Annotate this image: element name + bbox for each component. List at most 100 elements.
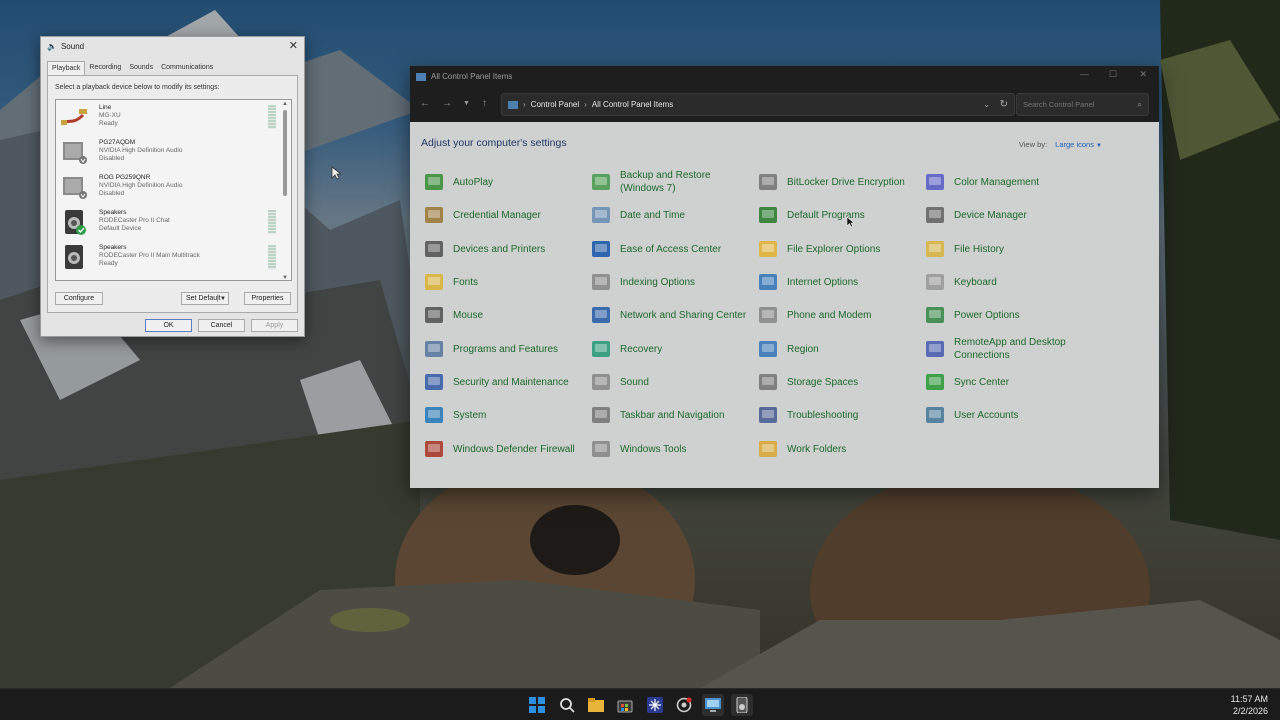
view-by-value[interactable]: Large icons [1055, 140, 1094, 149]
tab-communications[interactable]: Communications [157, 61, 217, 75]
control-panel-item[interactable]: Security and Maintenance [421, 367, 581, 397]
sound-settings-icon[interactable] [731, 694, 753, 716]
file-explorer-icon[interactable] [585, 694, 607, 716]
scroll-down-icon[interactable]: ▼ [282, 275, 288, 280]
control-panel-item[interactable]: System [421, 400, 581, 430]
control-panel-item[interactable]: Backup and Restore (Windows 7) [588, 167, 748, 197]
firewall-icon [423, 438, 445, 460]
control-panel-item[interactable]: Internet Options [755, 267, 915, 297]
ok-button[interactable]: OK [145, 319, 192, 332]
control-panel-item[interactable]: User Accounts [922, 400, 1082, 430]
forward-arrow-icon[interactable]: → [442, 98, 452, 109]
up-arrow-icon[interactable]: ↑ [482, 98, 487, 109]
breadcrumb-all-items[interactable]: All Control Panel Items [592, 100, 673, 109]
control-panel-item[interactable]: Power Options [922, 300, 1082, 330]
view-by-label: View by: [1018, 140, 1048, 149]
configure-button[interactable]: Configure [55, 292, 103, 305]
control-panel-item-label: Recovery [620, 343, 663, 355]
control-panel-item[interactable]: AutoPlay [421, 167, 581, 197]
device-status: Ready [99, 260, 118, 267]
control-panel-item[interactable]: Ease of Access Center [588, 234, 748, 264]
device-item-speakers-chat[interactable]: Speakers RODECaster Pro II Chat Default … [56, 205, 282, 240]
search-icon[interactable]: ⌕ [1138, 100, 1142, 110]
file-history-icon [924, 238, 946, 260]
store-icon[interactable] [614, 694, 636, 716]
control-panel-item-label: Sync Center [954, 376, 1010, 388]
control-panel-item[interactable]: Device Manager [922, 200, 1082, 230]
control-panel-icon[interactable] [702, 694, 724, 716]
mouse-pointer-icon [331, 166, 341, 180]
control-panel-item[interactable]: Windows Defender Firewall [421, 434, 581, 464]
control-panel-item[interactable]: Network and Sharing Center [588, 300, 748, 330]
speaker-icon [65, 210, 86, 235]
control-panel-item[interactable]: Sound [588, 367, 748, 397]
control-panel-item[interactable]: Devices and Printers [421, 234, 581, 264]
properties-button[interactable]: Properties [244, 292, 291, 305]
tab-sounds[interactable]: Sounds [125, 61, 157, 75]
level-meter [268, 105, 276, 129]
minimize-icon[interactable]: — [1080, 69, 1089, 79]
control-panel-item[interactable]: Fonts [421, 267, 581, 297]
device-item-line[interactable]: Line MG-XU Ready [56, 100, 282, 135]
monitor-speaker-icon [63, 177, 87, 199]
control-panel-item[interactable]: Credential Manager [421, 200, 581, 230]
start-icon[interactable] [526, 694, 548, 716]
app-icon[interactable] [644, 694, 666, 716]
control-panel-item[interactable]: Color Management [922, 167, 1082, 197]
device-name: Line [99, 104, 112, 111]
control-panel-item[interactable]: Indexing Options [588, 267, 748, 297]
close-icon[interactable]: ✕ [289, 39, 298, 52]
control-panel-item[interactable]: Recovery [588, 334, 748, 364]
refresh-icon[interactable]: ↻ [1000, 99, 1008, 110]
close-icon[interactable]: ✕ [1139, 69, 1147, 80]
search-input[interactable]: Search Control Panel ⌕ [1016, 93, 1149, 116]
control-panel-item[interactable]: Taskbar and Navigation [588, 400, 748, 430]
control-panel-item[interactable]: Sync Center [922, 367, 1082, 397]
control-panel-item[interactable]: RemoteApp and Desktop Connections [922, 334, 1082, 364]
control-panel-item[interactable]: Default Programs [755, 200, 915, 230]
tab-playback[interactable]: Playback [47, 61, 86, 75]
device-list-scrollbar[interactable]: ▲ ▼ [281, 101, 290, 280]
control-panel-item[interactable]: Date and Time [588, 200, 748, 230]
control-panel-item[interactable]: Troubleshooting [755, 400, 915, 430]
recent-locations-chevron-icon[interactable]: ▼ [463, 100, 470, 107]
search-icon[interactable] [556, 694, 578, 716]
set-default-button[interactable]: Set Default ▼ [181, 292, 229, 305]
view-by-chevron-icon[interactable]: ▼ [1096, 143, 1102, 149]
scroll-up-icon[interactable]: ▲ [282, 101, 288, 107]
back-arrow-icon[interactable]: ← [420, 98, 430, 109]
control-panel-item[interactable]: Phone and Modem [755, 300, 915, 330]
scrollbar-thumb[interactable] [283, 110, 287, 196]
view-by-control[interactable]: View by: Large icons ▼ [1019, 140, 1102, 149]
control-panel-item[interactable]: Region [755, 334, 915, 364]
browser-icon[interactable] [673, 694, 695, 716]
taskbar-icon [590, 404, 612, 426]
control-panel-item-label: Troubleshooting [787, 409, 859, 421]
system-clock[interactable]: 11:57 AM 2/2/2026 [1231, 693, 1268, 717]
control-panel-item[interactable]: Windows Tools [588, 434, 748, 464]
control-panel-item[interactable]: Storage Spaces [755, 367, 915, 397]
control-panel-item[interactable]: Keyboard [922, 267, 1082, 297]
address-bar[interactable]: › Control Panel › All Control Panel Item… [501, 93, 1015, 116]
maximize-icon[interactable]: ☐ [1109, 69, 1117, 80]
control-panel-item[interactable]: File History [922, 234, 1082, 264]
tab-recording[interactable]: Recording [85, 61, 125, 75]
control-panel-item[interactable]: Work Folders [755, 434, 915, 464]
sound-dialog: 🔈 Sound ✕ Playback Recording Sounds Comm… [40, 36, 305, 337]
sound-title: Sound [60, 41, 85, 51]
control-panel-item[interactable]: BitLocker Drive Encryption [755, 167, 915, 197]
apply-button[interactable]: Apply [251, 319, 298, 332]
address-dropdown-icon[interactable]: ⌄ [983, 100, 990, 109]
control-panel-item[interactable]: File Explorer Options [755, 234, 915, 264]
navigation-bar: ← → ▼ ↑ › Control Panel › All Control Pa… [410, 87, 1159, 122]
device-item-pg27aqdm[interactable]: PG27AQDM NVIDIA High Definition Audio Di… [56, 135, 282, 170]
breadcrumb-control-panel[interactable]: Control Panel [531, 100, 579, 109]
control-panel-item-label: Indexing Options [620, 276, 696, 288]
dropdown-arrow-icon[interactable]: ▼ [217, 295, 226, 302]
cancel-button[interactable]: Cancel [198, 319, 245, 332]
device-item-rog-pg259qnr[interactable]: ROG PG259QNR NVIDIA High Definition Audi… [56, 170, 282, 205]
control-panel-item[interactable]: Programs and Features [421, 334, 581, 364]
control-panel-item[interactable]: Mouse [421, 300, 581, 330]
device-item-speakers-main[interactable]: Speakers RODECaster Pro II Main Multitra… [56, 240, 282, 275]
breadcrumb-separator-icon: › [523, 100, 526, 109]
